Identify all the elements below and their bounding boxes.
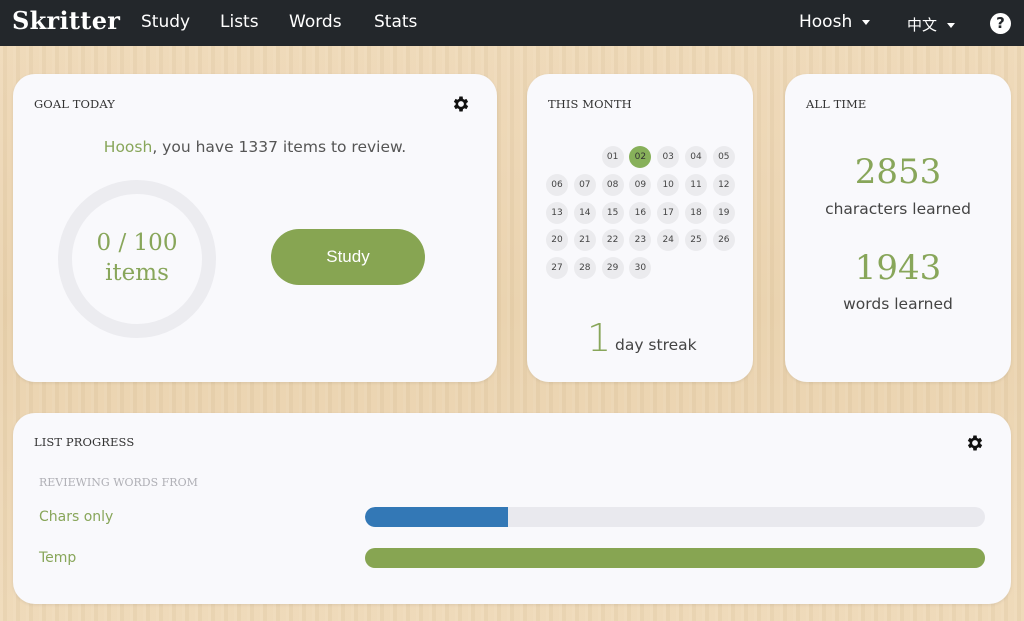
calendar-day: 15 (601, 201, 624, 224)
caret-down-icon (947, 23, 956, 28)
reviewing-subtitle: REVIEWING WORDS FROM (39, 476, 198, 489)
calendar-day: 04 (685, 146, 707, 168)
brand-logo[interactable]: Skritter (12, 6, 120, 35)
calendar-day: 12 (712, 173, 735, 196)
card-title: GOAL TODAY (34, 97, 115, 111)
calendar-day: 08 (601, 173, 624, 196)
gear-icon[interactable] (965, 433, 985, 453)
list-progress-fill (365, 507, 508, 527)
streak-number: 1 (587, 316, 612, 360)
list-name[interactable]: Chars only (39, 509, 113, 525)
calendar-day: 05 (712, 146, 735, 168)
goal-progress-unit: items (105, 260, 169, 286)
calendar-day: 23 (629, 229, 652, 252)
list-name[interactable]: Temp (39, 550, 76, 566)
nav-link-study[interactable]: Study (141, 12, 190, 32)
calendar-day: 10 (657, 173, 680, 196)
goal-today-card: GOAL TODAY Hoosh, you have 1337 items to… (13, 74, 497, 382)
nav-link-words[interactable]: Words (289, 12, 342, 32)
calendar-day: 24 (657, 229, 680, 252)
card-title: ALL TIME (806, 97, 867, 111)
streak-label: day streak (615, 336, 697, 354)
calendar-day: 21 (573, 229, 596, 252)
calendar-day-active: 02 (629, 146, 652, 168)
calendar-day: 03 (657, 146, 680, 168)
user-menu[interactable]: Hoosh (799, 12, 871, 32)
help-icon[interactable]: ? (990, 13, 1011, 34)
caret-down-icon (862, 19, 871, 25)
calendar-day: 18 (685, 201, 707, 224)
navbar: Skritter Study Lists Words Stats Hoosh 中… (0, 0, 1024, 46)
calendar-day: 28 (573, 257, 596, 280)
calendar-day: 19 (712, 201, 735, 224)
calendar-day: 14 (573, 201, 596, 224)
nav-link-lists[interactable]: Lists (220, 12, 259, 32)
words-count: 1943 (854, 248, 942, 288)
card-title: LIST PROGRESS (34, 435, 135, 449)
calendar-day: 25 (685, 229, 707, 252)
all-time-card: ALL TIME 2853 characters learned 1943 wo… (785, 74, 1011, 382)
gear-icon[interactable] (451, 94, 471, 114)
review-count-text: , you have 1337 items to review. (152, 138, 407, 156)
calendar-day: 11 (685, 173, 707, 196)
nav-link-stats[interactable]: Stats (374, 12, 417, 32)
calendar-day: 30 (629, 257, 652, 280)
review-message: Hoosh, you have 1337 items to review. (13, 138, 497, 156)
words-label: words learned (843, 295, 953, 313)
list-progress-card: LIST PROGRESS REVIEWING WORDS FROM Chars… (13, 413, 1011, 604)
calendar-day: 01 (601, 146, 624, 168)
characters-label: characters learned (825, 200, 971, 218)
calendar-day: 07 (573, 173, 596, 196)
calendar-day: 09 (629, 173, 652, 196)
language-label: 中文 (907, 16, 938, 34)
list-progress-bar (365, 507, 985, 527)
calendar-day: 29 (601, 257, 624, 280)
calendar-day: 13 (546, 201, 568, 224)
list-progress-fill (365, 548, 985, 568)
calendar-day: 17 (657, 201, 680, 224)
list-progress-bar (365, 548, 985, 568)
study-button[interactable]: Study (271, 229, 425, 285)
calendar-day: 20 (546, 229, 568, 252)
calendar-day: 22 (601, 229, 624, 252)
calendar-day: 26 (712, 229, 735, 252)
calendar-day: 06 (546, 173, 568, 196)
characters-count: 2853 (854, 152, 942, 192)
language-menu[interactable]: 中文 (907, 14, 956, 35)
card-title: THIS MONTH (548, 97, 632, 111)
this-month-card: THIS MONTH 01 02 03 04 05 06 07 08 09 10 11 12 13 14 1… (527, 74, 753, 382)
goal-progress-count: 0 / 100 (96, 230, 178, 256)
goal-progress-text: 0 / 100 items (58, 228, 216, 288)
calendar-day: 16 (629, 201, 652, 224)
username: Hoosh (103, 138, 153, 156)
user-name: Hoosh (799, 12, 853, 32)
calendar-day: 27 (546, 257, 568, 280)
